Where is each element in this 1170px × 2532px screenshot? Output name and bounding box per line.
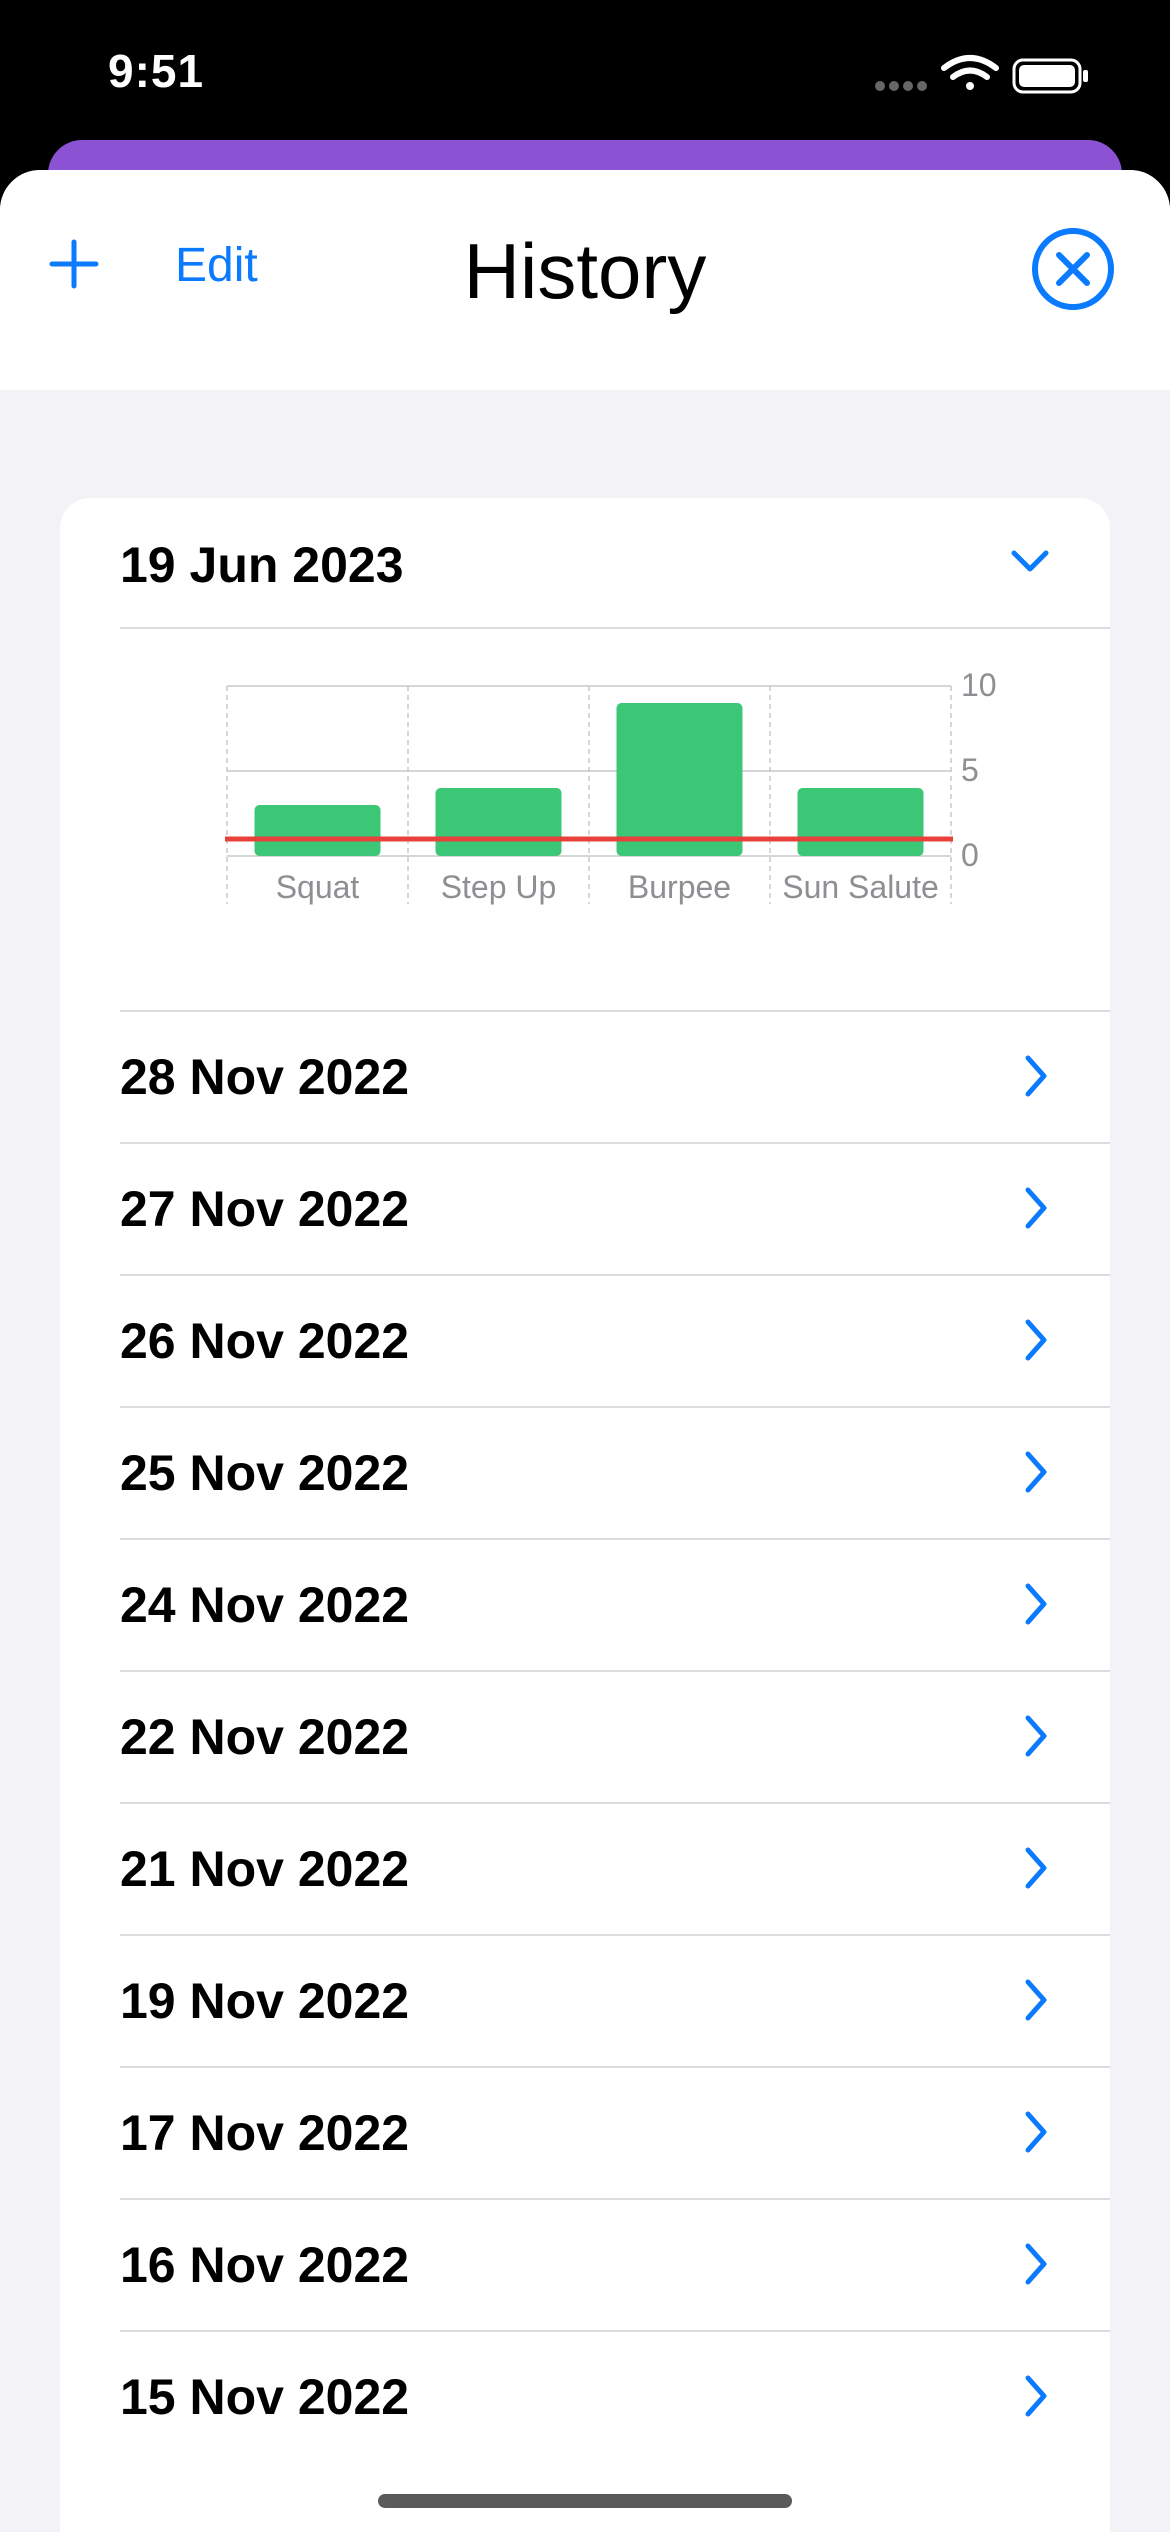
history-list-item[interactable]: 15 Nov 2022 <box>60 2330 1110 2462</box>
chart-x-tick-label: Burpee <box>628 869 731 905</box>
entry-date: 19 Nov 2022 <box>120 1973 410 2029</box>
entry-date: 17 Nov 2022 <box>120 2105 410 2161</box>
chart-x-tick-label: Step Up <box>441 869 557 905</box>
wifi-icon <box>941 55 999 90</box>
divider <box>120 1010 1110 1012</box>
entry-date: 26 Nov 2022 <box>120 1313 410 1369</box>
entry-date: 24 Nov 2022 <box>120 1577 410 1633</box>
divider <box>120 2066 1110 2068</box>
divider <box>120 1538 1110 1540</box>
entry-date: 15 Nov 2022 <box>120 2369 410 2425</box>
chevron-right-icon <box>1025 1715 1047 1757</box>
status-bar: 9:51 <box>0 0 1170 150</box>
chart-bar <box>616 703 743 856</box>
history-sheet: Edit History 19 Jun 2023 0 5 10 Squat Step U… <box>0 170 1170 2532</box>
chart-bar <box>435 788 562 856</box>
chart-bar <box>797 788 924 856</box>
entry-date: 28 Nov 2022 <box>120 1049 410 1105</box>
close-circle-icon <box>1032 228 1114 310</box>
status-time: 9:51 <box>108 45 205 97</box>
chart-x-tick-label: Sun Salute <box>782 869 939 905</box>
chart-y-tick-label: 0 <box>961 837 979 873</box>
expanded-entry-header[interactable]: 19 Jun 2023 <box>60 498 1110 628</box>
history-list-item[interactable]: 25 Nov 2022 <box>60 1406 1110 1538</box>
history-list-item[interactable]: 16 Nov 2022 <box>60 2198 1110 2330</box>
chevron-right-icon <box>1025 1319 1047 1361</box>
history-list-item[interactable]: 27 Nov 2022 <box>60 1142 1110 1274</box>
battery-icon <box>1012 58 1088 94</box>
entry-date: 25 Nov 2022 <box>120 1445 410 1501</box>
divider <box>120 1670 1110 1672</box>
divider <box>120 1142 1110 1144</box>
divider <box>120 1406 1110 1408</box>
status-icons <box>840 50 1170 100</box>
chevron-right-icon <box>1025 1055 1047 1097</box>
history-list-item[interactable]: 24 Nov 2022 <box>60 1538 1110 1670</box>
chart-bar <box>254 805 381 856</box>
entry-date: 27 Nov 2022 <box>120 1181 410 1237</box>
divider <box>120 2330 1110 2332</box>
divider <box>120 1802 1110 1804</box>
chevron-down-icon <box>1011 550 1049 572</box>
entry-date: 22 Nov 2022 <box>120 1709 410 1765</box>
chevron-right-icon <box>1025 1187 1047 1229</box>
history-list: 28 Nov 2022 27 Nov 2022 26 Nov 2022 25 Nov … <box>60 1010 1110 2462</box>
divider <box>120 1934 1110 1936</box>
nav-bar: Edit History <box>0 170 1170 390</box>
chevron-right-icon <box>1025 1583 1047 1625</box>
divider <box>120 2198 1110 2200</box>
history-list-item[interactable]: 21 Nov 2022 <box>60 1802 1110 1934</box>
history-list-card: 19 Jun 2023 0 5 10 Squat Step Up Burpee Sun Sa… <box>60 498 1110 2532</box>
history-list-item[interactable]: 28 Nov 2022 <box>60 1010 1110 1142</box>
chart-y-tick-label: 5 <box>961 752 979 788</box>
chevron-right-icon <box>1025 2375 1047 2417</box>
chevron-right-icon <box>1025 2111 1047 2153</box>
chevron-right-icon <box>1025 1979 1047 2021</box>
entry-date: 16 Nov 2022 <box>120 2237 410 2293</box>
chevron-right-icon <box>1025 2243 1047 2285</box>
history-list-item[interactable]: 19 Nov 2022 <box>60 1934 1110 2066</box>
expanded-entry-date: 19 Jun 2023 <box>120 537 404 593</box>
chart-y-tick-label: 10 <box>961 667 997 703</box>
history-list-item[interactable]: 17 Nov 2022 <box>60 2066 1110 2198</box>
close-button[interactable] <box>1030 226 1116 312</box>
history-list-item[interactable]: 26 Nov 2022 <box>60 1274 1110 1406</box>
divider <box>120 627 1110 629</box>
divider <box>120 1274 1110 1276</box>
chevron-right-icon <box>1025 1847 1047 1889</box>
workout-bar-chart: 0 5 10 Squat Step Up Burpee Sun Salute <box>60 630 1110 1010</box>
chevron-right-icon <box>1025 1451 1047 1493</box>
history-list-item[interactable]: 22 Nov 2022 <box>60 1670 1110 1802</box>
entry-date: 21 Nov 2022 <box>120 1841 410 1897</box>
home-indicator <box>378 2494 792 2508</box>
chart-x-tick-label: Squat <box>276 869 360 905</box>
cellular-signal-icon <box>875 81 927 91</box>
page-title: History <box>463 227 707 315</box>
